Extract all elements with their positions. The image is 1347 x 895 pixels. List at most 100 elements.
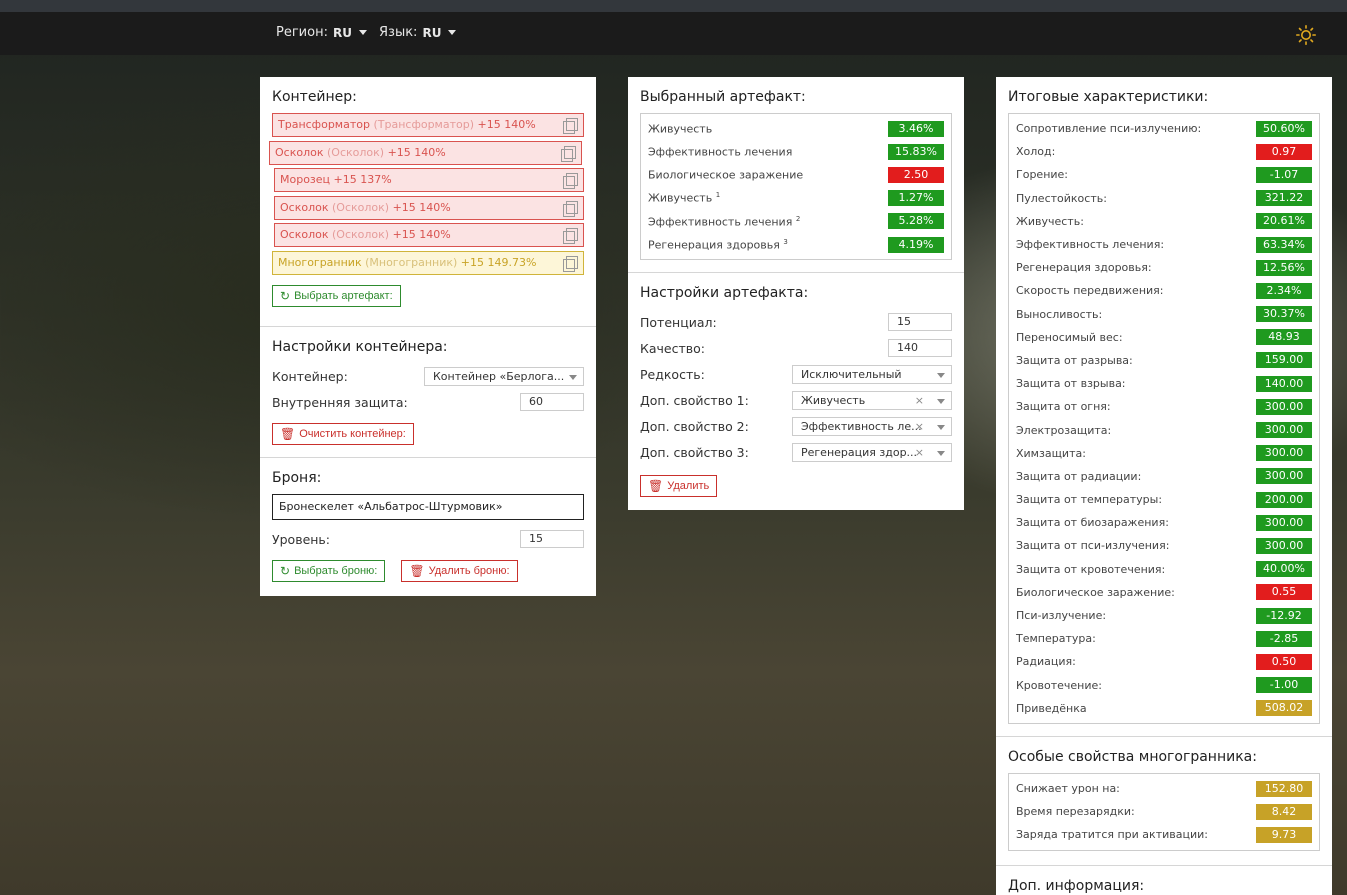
delete-artifact-button[interactable]: 🗑 Удалить — [640, 475, 718, 497]
stat-row: Холод: 0.97 — [1016, 140, 1312, 163]
stat-value-badge: 20.61% — [1256, 213, 1312, 230]
polyhedron-stats: Снижает урон на: 152.80 Время перезарядки:… — [1008, 773, 1320, 851]
stat-row: Защита от пси-излучения: 300.00 — [1016, 534, 1312, 557]
stat-label: Живучесть — [648, 122, 713, 136]
select-artifact-button[interactable]: ↻ Выбрать артефакт: — [272, 284, 401, 307]
extra1-select-value: Живучесть — [801, 393, 866, 407]
clear-container-label: Очистить контейнер: — [299, 428, 406, 440]
chevron-down-icon — [569, 374, 577, 380]
artifact-subname: (Осколок) — [328, 228, 390, 241]
artifact-slot[interactable]: Многогранник (Многогранник) +15 149.73% — [272, 250, 584, 275]
stat-label: Кровотечение: — [1016, 678, 1102, 692]
stat-row: Температура: -2.85 — [1016, 627, 1312, 650]
extra-info-title: Доп. информация: — [1008, 878, 1145, 894]
quality-input[interactable]: 140 — [888, 339, 952, 357]
stat-label: Живучесть: — [1016, 214, 1084, 228]
select-armor-button[interactable]: ↻ Выбрать броню: — [272, 560, 386, 582]
stat-label: Температура: — [1016, 632, 1096, 646]
copy-icon[interactable] — [563, 200, 578, 217]
armor-name-field[interactable]: Бронескелет «Альбатрос-Штурмовик» — [272, 494, 584, 520]
stat-label: Заряда тратится при активации: — [1016, 828, 1208, 842]
artifact-slot[interactable]: Морозец +15 137% — [274, 168, 584, 192]
potential-row: Потенциал: 15 — [640, 309, 952, 335]
stat-label: Защита от температуры: — [1016, 493, 1163, 507]
stat-value-badge: 152.80 — [1256, 780, 1312, 797]
selected-artifact-stats: Живучесть 3.46% Эффективность лечения 15.… — [640, 113, 952, 261]
language-dropdown[interactable]: Язык: RU — [379, 25, 457, 40]
refresh-icon: ↻ — [280, 288, 291, 303]
artifact-slot[interactable]: Осколок (Осколок) +15 140% — [274, 195, 584, 220]
polyhedron-title: Особые свойства многогранника: — [1008, 749, 1257, 765]
stat-row: Радиация: 0.50 — [1016, 650, 1312, 673]
extra2-select[interactable]: Эффективность ле... × — [792, 416, 952, 436]
region-label: Регион: — [276, 25, 328, 40]
left-panel: Контейнер: Трансформатор (Трансформатор)… — [260, 77, 596, 596]
potential-input[interactable]: 15 — [888, 313, 952, 331]
stat-value-badge: 63.34% — [1256, 236, 1312, 253]
stat-value-badge: 140.00 — [1256, 375, 1312, 392]
copy-icon[interactable] — [561, 145, 576, 162]
artifact-level: +15 140% — [474, 118, 536, 131]
delete-armor-label: Удалить броню: — [428, 565, 510, 577]
extra-info-section: Доп. информация: — [996, 866, 1332, 895]
stat-value-badge: 508.02 — [1256, 700, 1312, 717]
container-label: Контейнер: — [272, 368, 348, 384]
middle-panel: Выбранный артефакт: Живучесть 3.46% Эффек… — [628, 77, 964, 510]
theme-toggle-sun-icon[interactable] — [1296, 25, 1316, 45]
extra3-select[interactable]: Регенерация здор... × — [792, 442, 952, 462]
chevron-down-icon — [937, 372, 945, 378]
container-select-value: Контейнер «Берлога... — [433, 369, 565, 383]
artifact-slot[interactable]: Осколок (Осколок) +15 140% — [269, 140, 582, 165]
stat-value-badge: 300.00 — [1256, 468, 1312, 485]
stat-label: Химзащита: — [1016, 446, 1086, 460]
clear-icon[interactable]: × — [915, 444, 924, 461]
artifact-name: Осколок — [280, 228, 329, 241]
trash-icon: 🗑 — [280, 427, 296, 441]
armor-level-input[interactable]: 15 — [520, 530, 584, 548]
copy-icon[interactable] — [563, 255, 578, 272]
clear-container-button[interactable]: 🗑 Очистить контейнер: — [272, 423, 414, 445]
stat-value-badge: 12.56% — [1256, 259, 1312, 276]
armor-level-label: Уровень: — [272, 531, 331, 547]
stat-value-badge: 0.97 — [1256, 143, 1312, 160]
stat-value-badge: 300.00 — [1256, 514, 1312, 531]
delete-armor-button[interactable]: 🗑 Удалить броню: — [401, 560, 518, 582]
stat-row: Время перезарядки: 8.42 — [1016, 800, 1312, 823]
stat-label: Защита от радиации: — [1016, 469, 1142, 483]
selected-artifact-section: Выбранный артефакт: Живучесть 3.46% Эффек… — [628, 77, 964, 273]
stat-label: Горение: — [1016, 168, 1069, 182]
inner-protection-label: Внутренняя защита: — [272, 394, 408, 410]
potential-label: Потенциал: — [640, 314, 717, 330]
stat-label: Время перезарядки: — [1016, 805, 1135, 819]
inner-protection-input[interactable]: 60 — [520, 393, 584, 411]
extra3-select-value: Регенерация здор... — [801, 445, 918, 459]
stat-label: Приведёнка — [1016, 701, 1087, 715]
region-dropdown[interactable]: Регион: RU — [276, 25, 367, 40]
artifact-settings-title: Настройки артефакта: — [640, 285, 809, 301]
extra1-select[interactable]: Живучесть × — [792, 390, 952, 410]
artifact-list: Трансформатор (Трансформатор) +15 140% Ос… — [269, 113, 584, 275]
clear-icon[interactable]: × — [915, 418, 924, 435]
stat-label: Регенерация здоровья: — [1016, 261, 1152, 275]
copy-icon[interactable] — [563, 228, 578, 244]
artifact-subname: (Осколок) — [323, 145, 385, 159]
stat-value-badge: 2.34% — [1256, 282, 1312, 299]
artifact-slot[interactable]: Осколок (Осколок) +15 140% — [274, 223, 584, 247]
stat-value-badge: 300.00 — [1256, 445, 1312, 462]
refresh-icon: ↻ — [280, 564, 291, 578]
stat-row: Кровотечение: -1.00 — [1016, 674, 1312, 697]
chevron-down-icon — [937, 398, 945, 404]
stat-row: Скорость передвижения: 2.34% — [1016, 279, 1312, 302]
rarity-select[interactable]: Исключительный — [792, 364, 952, 384]
container-select[interactable]: Контейнер «Берлога... — [424, 366, 584, 386]
artifact-slot[interactable]: Трансформатор (Трансформатор) +15 140% — [272, 113, 584, 137]
chevron-down-icon — [937, 424, 945, 430]
copy-icon[interactable] — [563, 118, 578, 134]
copy-icon[interactable] — [563, 173, 578, 189]
stat-value-badge: 321.22 — [1256, 190, 1312, 207]
stat-value-badge: 2.50 — [888, 166, 944, 183]
stat-row: Приведёнка 508.02 — [1016, 697, 1312, 720]
artifact-level: +15 140% — [384, 145, 446, 159]
clear-icon[interactable]: × — [915, 392, 924, 409]
stat-label: Защита от огня: — [1016, 400, 1111, 414]
